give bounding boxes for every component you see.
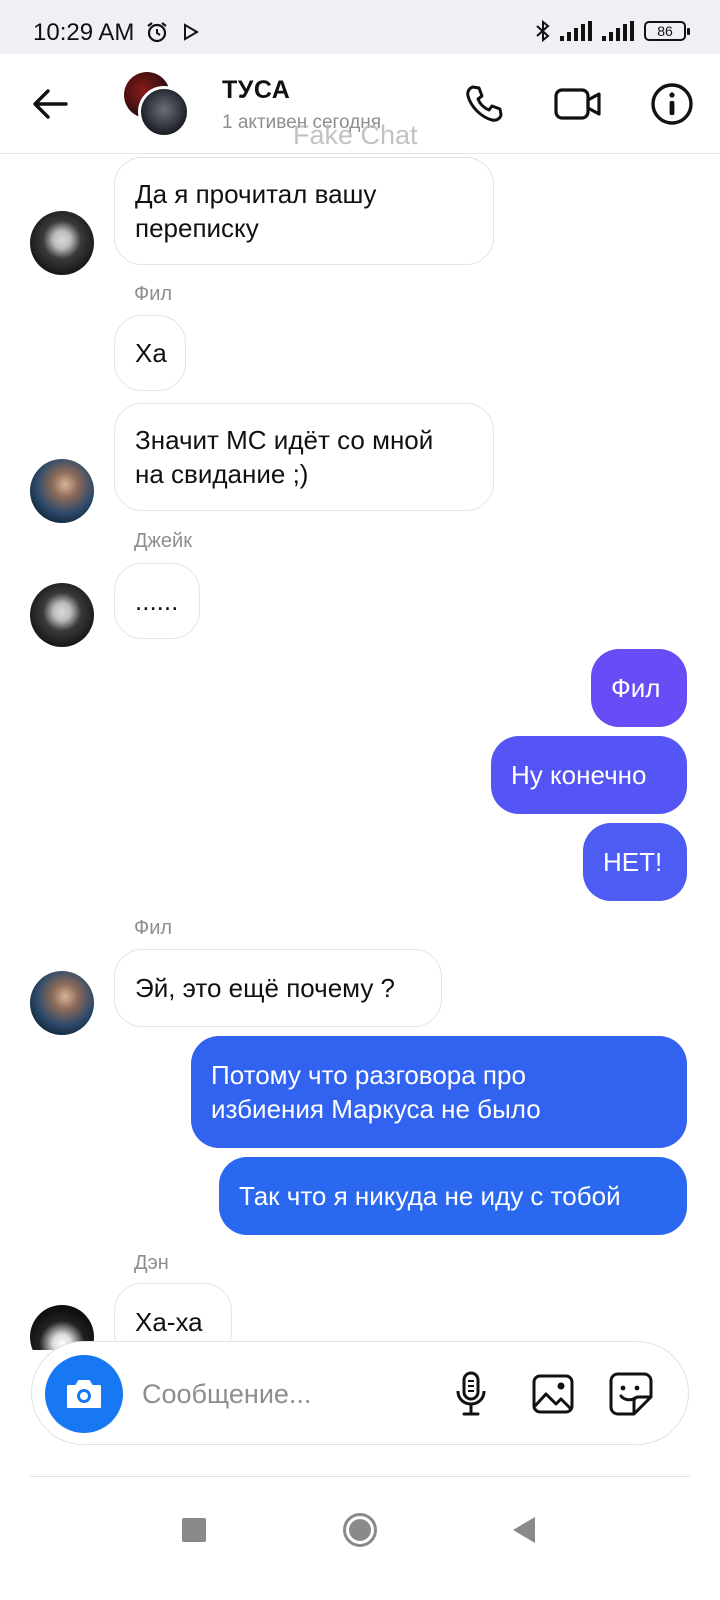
recents-button[interactable] — [164, 1500, 224, 1560]
play-store-icon — [184, 23, 199, 41]
home-button[interactable] — [330, 1500, 390, 1560]
group-avatar-front — [138, 86, 190, 138]
message-bubble[interactable]: Значит МС идёт со мной на свидание ;) — [114, 403, 494, 511]
system-back-button[interactable] — [494, 1500, 554, 1560]
message-line: ...... — [135, 586, 179, 616]
message-line: на свидание ;) — [135, 459, 309, 489]
message-line: НЕТ! — [603, 847, 663, 877]
avatar[interactable] — [30, 459, 94, 523]
gallery-button[interactable] — [529, 1370, 577, 1418]
divider — [30, 1476, 690, 1477]
triangle-back-icon — [513, 1517, 535, 1543]
battery-indicator: 86 — [644, 21, 690, 41]
message-bubble[interactable]: Да я прочитал вашу переписку — [114, 157, 494, 265]
message-list[interactable]: Да я прочитал вашу переписку Фил Ха Знач… — [0, 155, 720, 1350]
message-line: Значит МС идёт со мной — [135, 425, 434, 455]
message-bubble[interactable]: Потому что разговора про избиения Маркус… — [191, 1036, 687, 1148]
watermark: Fake Chat — [293, 120, 418, 150]
sender-name: Дэн — [134, 1252, 169, 1274]
camera-button[interactable] — [45, 1355, 123, 1433]
arrow-left-icon — [33, 89, 68, 119]
info-icon — [651, 83, 693, 125]
message-bubble[interactable]: Так что я никуда не иду с тобой — [219, 1157, 687, 1235]
sticker-button[interactable] — [607, 1370, 655, 1418]
status-bar: 10:29 AM 86 — [0, 0, 720, 54]
message-line: Да я прочитал вашу — [135, 179, 377, 209]
message-line: избиения Маркуса не было — [211, 1094, 541, 1124]
info-button[interactable] — [648, 80, 696, 128]
message-text: Да я прочитал вашу переписку — [135, 177, 376, 245]
bluetooth-icon — [536, 19, 550, 43]
sender-name: Фил — [134, 917, 173, 939]
sender-name: Джейк — [134, 530, 192, 552]
sender-name: Фил — [134, 283, 173, 305]
video-call-button[interactable] — [554, 80, 602, 128]
voice-message-button[interactable] — [447, 1370, 495, 1418]
message-line: Ну конечно — [511, 760, 647, 790]
message-bubble[interactable]: НЕТ! — [583, 823, 687, 901]
message-bubble[interactable]: ...... — [114, 563, 200, 639]
signal-icon-2 — [602, 21, 634, 41]
status-right: 86 — [534, 19, 690, 43]
sticker-icon — [609, 1372, 653, 1416]
message-line: Ха-ха — [135, 1307, 203, 1337]
message-text: Потому что разговора про избиения Маркус… — [211, 1058, 541, 1126]
alarm-icon — [147, 22, 167, 43]
camera-icon — [67, 1380, 101, 1408]
message-input[interactable] — [142, 1372, 432, 1416]
status-time: 10:29 AM — [33, 19, 135, 46]
avatar[interactable] — [30, 583, 94, 647]
microphone-icon — [456, 1371, 486, 1416]
message-line: Потому что разговора про — [211, 1060, 526, 1090]
phone-icon — [466, 85, 503, 122]
avatar[interactable] — [30, 211, 94, 275]
message-bubble[interactable]: Ну конечно — [491, 736, 687, 814]
status-left-icons — [145, 20, 199, 44]
message-line: переписку — [135, 213, 259, 243]
image-icon — [532, 1374, 574, 1414]
message-line: Эй, это ещё почему ? — [135, 973, 396, 1003]
signal-icon — [560, 21, 592, 41]
circle-home-icon — [343, 1513, 377, 1547]
message-bubble[interactable]: Ха — [114, 315, 186, 391]
square-icon — [182, 1518, 206, 1542]
message-text: Значит МС идёт со мной на свидание ;) — [135, 423, 433, 491]
video-camera-icon — [554, 88, 601, 120]
group-avatar[interactable] — [124, 72, 190, 138]
message-line: Ха — [135, 338, 167, 368]
message-bubble[interactable]: Фил — [591, 649, 687, 727]
avatar[interactable] — [30, 971, 94, 1035]
message-composer — [31, 1341, 689, 1445]
message-line: Фил — [611, 673, 661, 703]
call-button[interactable] — [460, 80, 508, 128]
back-button[interactable] — [28, 82, 72, 126]
chat-title[interactable]: ТУСА — [222, 76, 290, 105]
message-bubble[interactable]: Эй, это ещё почему ? — [114, 949, 442, 1027]
message-line: Так что я никуда не иду с тобой — [239, 1181, 621, 1211]
message-bubble[interactable]: Ха-ха — [114, 1283, 232, 1350]
